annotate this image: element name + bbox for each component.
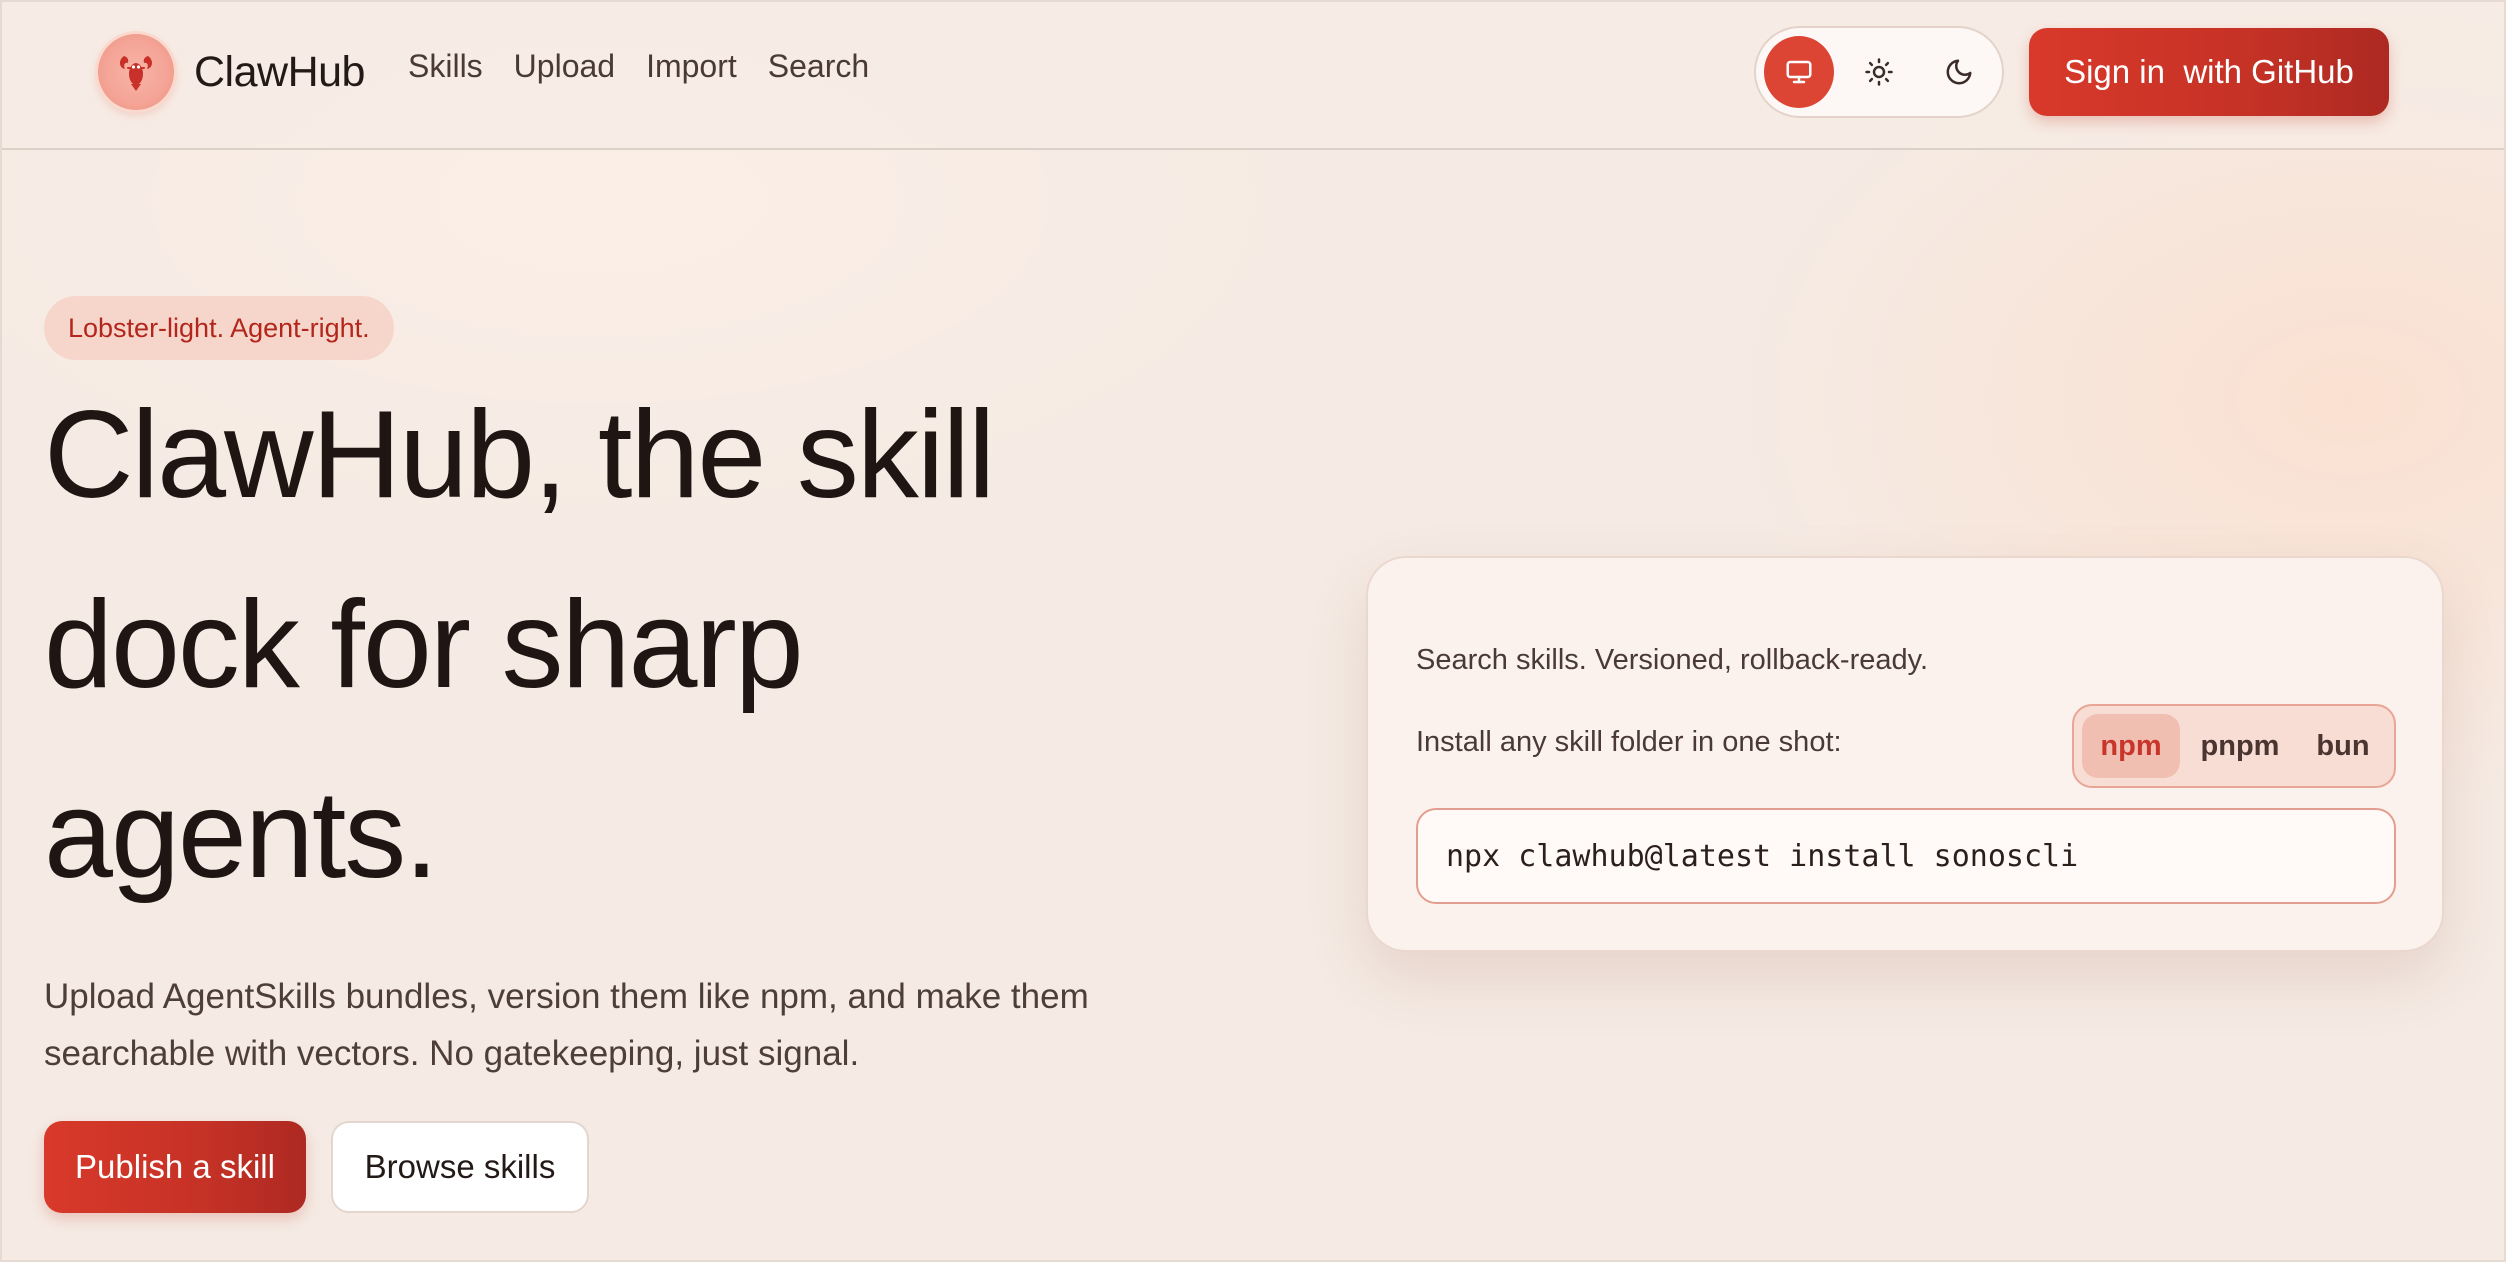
- install-card-title: Search skills. Versioned, rollback-ready…: [1416, 644, 1929, 676]
- install-card: Search skills. Versioned, rollback-ready…: [1366, 556, 2444, 952]
- package-manager-npm[interactable]: npm: [2082, 714, 2180, 778]
- lobster-logo-icon: [98, 34, 174, 110]
- theme-toggle: [1754, 26, 2004, 118]
- sign-in-github-button[interactable]: Sign in with GitHub: [2029, 28, 2389, 116]
- theme-dark-button[interactable]: [1924, 36, 1994, 108]
- brand-name: ClawHub: [194, 47, 365, 96]
- moon-icon: [1946, 59, 1972, 85]
- nav-import[interactable]: Import: [646, 48, 737, 85]
- package-manager-bun[interactable]: bun: [2300, 714, 2386, 778]
- theme-system-button[interactable]: [1764, 36, 1834, 108]
- brand-link[interactable]: ClawHub: [98, 34, 365, 110]
- sun-icon: [1865, 58, 1893, 86]
- hero-title: ClawHub, the skill dock for sharp agents…: [44, 386, 995, 904]
- publish-skill-button[interactable]: Publish a skill: [44, 1121, 306, 1213]
- install-card-label: Install any skill folder in one shot:: [1416, 726, 1842, 758]
- nav-skills[interactable]: Skills: [408, 48, 483, 85]
- install-command[interactable]: npx clawhub@latest install sonoscli: [1416, 808, 2396, 904]
- hero-subtitle: Upload AgentSkills bundles, version them…: [44, 977, 1089, 1073]
- theme-light-button[interactable]: [1844, 36, 1914, 108]
- package-manager-switch: npm pnpm bun: [2072, 704, 2396, 788]
- tagline-badge: Lobster-light. Agent-right.: [44, 296, 394, 360]
- package-manager-pnpm[interactable]: pnpm: [2184, 714, 2296, 778]
- browse-skills-button[interactable]: Browse skills: [331, 1121, 589, 1213]
- monitor-icon: [1786, 60, 1812, 84]
- main-nav: Skills Upload Import Search: [408, 48, 869, 85]
- nav-upload[interactable]: Upload: [514, 48, 615, 85]
- nav-search[interactable]: Search: [768, 48, 869, 85]
- top-navbar: ClawHub Skills Upload Import Search Sign…: [0, 0, 2506, 150]
